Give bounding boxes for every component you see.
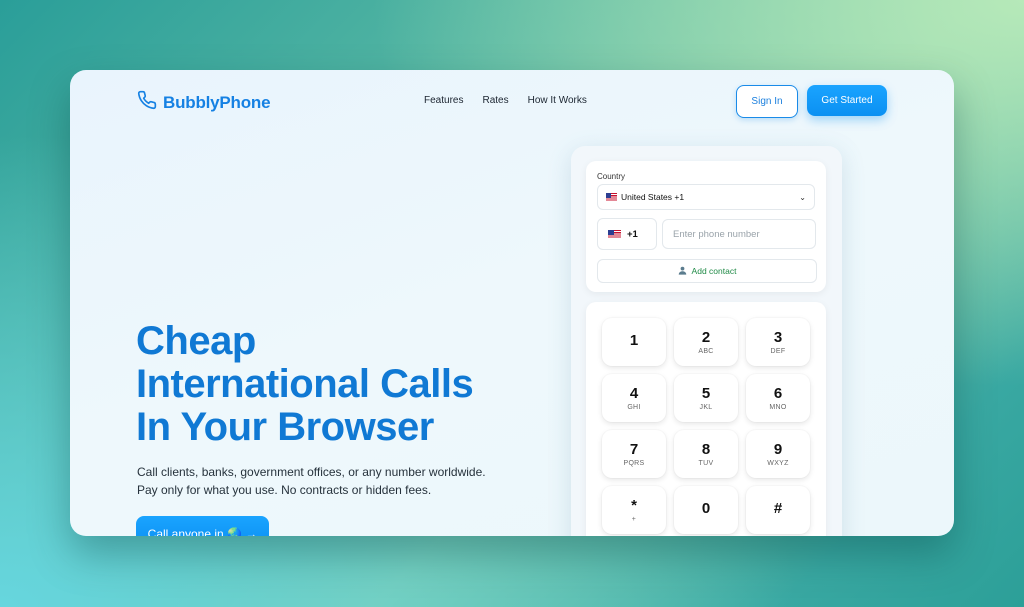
- key-letters: ABC: [698, 347, 714, 355]
- dialer-panel: Country United States +1 ⌄ +1 Add contac…: [571, 146, 842, 536]
- key-letters: WXYZ: [767, 459, 789, 467]
- key-star[interactable]: * +: [602, 486, 666, 534]
- key-3[interactable]: 3 DEF: [746, 318, 810, 366]
- nav-features[interactable]: Features: [424, 95, 463, 106]
- key-digit: #: [773, 500, 783, 517]
- phone-number-input[interactable]: [662, 219, 816, 249]
- key-digit: 5: [701, 384, 711, 402]
- nav-rates[interactable]: Rates: [482, 95, 508, 106]
- key-digit: 3: [773, 328, 783, 346]
- key-digit: 6: [773, 384, 783, 402]
- hero-title-line: In Your Browser: [136, 405, 434, 449]
- country-label: Country: [597, 172, 626, 181]
- key-digit: 7: [629, 440, 639, 458]
- key-digit: *: [631, 496, 637, 514]
- brand-name: BubblyPhone: [163, 92, 271, 112]
- sign-in-button[interactable]: Sign In: [736, 85, 798, 118]
- key-8[interactable]: 8 TUV: [674, 430, 738, 478]
- key-9[interactable]: 9 WXYZ: [746, 430, 810, 478]
- key-digit: 1: [629, 332, 639, 349]
- hero-subtitle: Call clients, banks, government offices,…: [137, 463, 517, 499]
- brand-logo[interactable]: BubblyPhone: [137, 90, 271, 115]
- key-letters: MNO: [769, 403, 787, 411]
- key-hash[interactable]: #: [746, 486, 810, 534]
- add-contact-label: Add contact: [691, 266, 737, 276]
- key-digit: 2: [701, 328, 711, 346]
- get-started-button[interactable]: Get Started: [807, 85, 887, 116]
- key-5[interactable]: 5 JKL: [674, 374, 738, 422]
- hero-title-line: Cheap: [136, 319, 256, 363]
- user-icon: [678, 266, 687, 277]
- key-letters: TUV: [698, 459, 714, 467]
- key-digit: 9: [773, 440, 783, 458]
- key-letters: PQRS: [623, 459, 645, 467]
- us-flag-icon: [606, 193, 617, 201]
- dial-code-box[interactable]: +1: [597, 218, 657, 250]
- country-select[interactable]: United States +1 ⌄: [597, 184, 815, 210]
- key-6[interactable]: 6 MNO: [746, 374, 810, 422]
- key-digit: 0: [701, 500, 711, 517]
- add-contact-button[interactable]: Add contact: [597, 259, 817, 283]
- nav-how-it-works[interactable]: How It Works: [528, 95, 587, 106]
- key-digit: 4: [629, 384, 639, 402]
- hero-subtitle-line: Call clients, banks, government offices,…: [137, 465, 486, 479]
- number-entry-card: Country United States +1 ⌄ +1 Add contac…: [586, 161, 826, 292]
- keypad: 1 2 ABC 3 DEF 4 GHI 5 JKL 6 MNO 7 PQRS 8 TUV 9W…: [586, 302, 826, 536]
- key-letters: DEF: [770, 347, 786, 355]
- key-letters: JKL: [699, 403, 713, 411]
- key-letters: +: [631, 515, 637, 523]
- us-flag-icon: [608, 229, 621, 239]
- key-0[interactable]: 0: [674, 486, 738, 534]
- browser-window: BubblyPhone Features Rates How It Works …: [70, 70, 954, 536]
- phone-icon: [137, 90, 157, 115]
- country-select-value: United States +1: [621, 192, 685, 202]
- chevron-down-icon: ⌄: [799, 192, 806, 202]
- main-nav: Features Rates How It Works: [424, 95, 587, 106]
- key-2[interactable]: 2 ABC: [674, 318, 738, 366]
- key-1[interactable]: 1: [602, 318, 666, 366]
- call-anyone-button[interactable]: Call anyone in 🌏 →: [136, 516, 269, 536]
- key-digit: 8: [701, 440, 711, 458]
- hero-subtitle-line: Pay only for what you use. No contracts …: [137, 483, 432, 497]
- key-7[interactable]: 7 PQRS: [602, 430, 666, 478]
- key-4[interactable]: 4 GHI: [602, 374, 666, 422]
- hero-title-line: International Calls: [136, 362, 474, 406]
- hero-title: Cheap International Calls In Your Browse…: [136, 320, 556, 449]
- key-letters: GHI: [627, 403, 641, 411]
- dial-code: +1: [627, 228, 638, 240]
